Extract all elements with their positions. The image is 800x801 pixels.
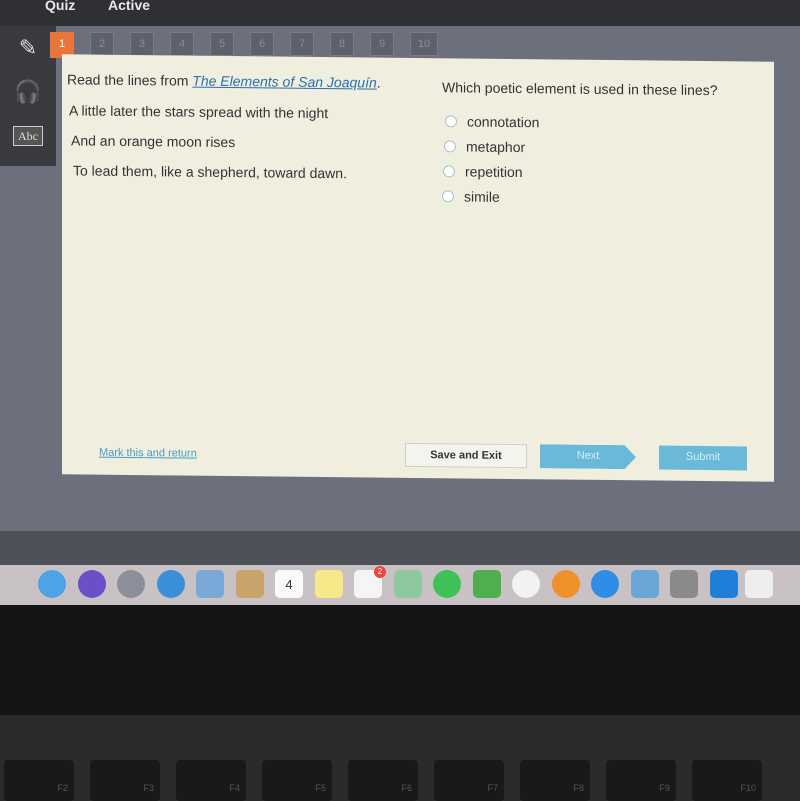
safari-dock-icon[interactable] — [156, 570, 185, 598]
radio-button[interactable] — [443, 165, 455, 178]
key-label: F4 — [229, 783, 240, 793]
maps-dock-icon[interactable] — [393, 570, 422, 598]
key-f6[interactable]: F6 — [348, 760, 418, 801]
numbers-dock-icon[interactable] — [472, 570, 501, 598]
siri-dock-icon[interactable] — [77, 570, 106, 598]
question-tab-3[interactable]: 3 — [130, 32, 154, 56]
question-tab-5[interactable]: 5 — [210, 32, 234, 56]
screen-bezel — [0, 605, 800, 720]
radio-button[interactable] — [442, 190, 454, 203]
key-f9[interactable]: F9 — [606, 760, 676, 801]
app-store-dock-icon[interactable] — [591, 570, 619, 598]
dock: 42 — [0, 565, 800, 605]
key-label: F9 — [659, 783, 670, 793]
calendar-dock-icon[interactable]: 4 — [275, 570, 303, 598]
option-metaphor[interactable]: metaphor — [444, 138, 525, 155]
ibooks-dock-icon[interactable] — [551, 570, 580, 598]
keyboard: F2 F3 F4 F5 F6 F7 F8 F9 F10 — [0, 715, 800, 801]
itunes-dock-icon[interactable] — [512, 570, 540, 598]
question-tab-4[interactable]: 4 — [170, 32, 194, 56]
key-label: F3 — [143, 783, 154, 793]
submit-button[interactable]: Submit — [659, 445, 747, 471]
key-f7[interactable]: F7 — [434, 760, 504, 801]
key-f3[interactable]: F3 — [90, 760, 160, 801]
radio-button[interactable] — [444, 140, 456, 153]
key-label: F10 — [740, 783, 756, 793]
next-button[interactable]: Next — [540, 444, 636, 469]
screen: Quiz Active ✎ 🎧 Abc 1 2 3 4 5 6 7 8 9 10… — [0, 0, 800, 610]
facetime-dock-icon[interactable] — [433, 570, 461, 598]
contacts-dock-icon[interactable] — [235, 570, 264, 598]
reminders-dock-icon[interactable]: 2 — [354, 566, 386, 598]
question-tab-7[interactable]: 7 — [290, 32, 314, 56]
keynote-dock-icon[interactable] — [630, 570, 659, 598]
question-tab-10[interactable]: 10 — [410, 32, 438, 56]
mark-and-return-link[interactable]: Mark this and return — [99, 447, 197, 460]
top-bar: Quiz Active — [0, 0, 800, 26]
question-card: Read the lines from The Elements of San … — [62, 54, 774, 482]
key-label: F5 — [315, 783, 326, 793]
finder-dock-icon[interactable] — [38, 570, 66, 598]
key-f8[interactable]: F8 — [520, 760, 590, 801]
preview-dock-icon[interactable] — [196, 570, 224, 598]
passage-line: And an orange moon rises — [71, 132, 236, 151]
option-connotation[interactable]: connotation — [445, 113, 539, 130]
teamviewer-dock-icon[interactable] — [709, 570, 738, 598]
notes-dock-icon[interactable] — [314, 570, 343, 598]
save-and-exit-button[interactable]: Save and Exit — [405, 442, 527, 469]
launchpad-dock-icon[interactable] — [117, 570, 145, 598]
passage-line: A little later the stars spread with the… — [69, 102, 329, 122]
radio-button[interactable] — [445, 115, 457, 128]
question-tab-9[interactable]: 9 — [370, 32, 394, 56]
question-tab-6[interactable]: 6 — [250, 32, 274, 56]
key-f2[interactable]: F2 — [4, 760, 74, 801]
key-label: F8 — [573, 783, 584, 793]
question-prompt: Which poetic element is used in these li… — [442, 79, 718, 99]
desktop-band — [0, 531, 800, 567]
question-tab-8[interactable]: 8 — [330, 32, 354, 56]
tool-sidebar: ✎ 🎧 Abc — [0, 26, 56, 166]
system-preferences-dock-icon[interactable] — [670, 570, 698, 598]
passage-intro: Read the lines from The Elements of San … — [67, 71, 381, 91]
question-tab-2[interactable]: 2 — [90, 32, 114, 56]
key-label: F2 — [57, 783, 68, 793]
key-f5[interactable]: F5 — [262, 760, 332, 801]
app-title: Quiz — [45, 0, 76, 13]
notification-badge: 2 — [374, 566, 386, 578]
dictionary-icon[interactable]: Abc — [4, 116, 52, 156]
key-f4[interactable]: F4 — [176, 760, 246, 801]
key-f10[interactable]: F10 — [692, 760, 762, 801]
option-simile[interactable]: simile — [442, 188, 500, 205]
passage-line: To lead them, like a shepherd, toward da… — [73, 162, 347, 182]
headphones-icon[interactable]: 🎧 — [4, 72, 52, 112]
pencil-icon[interactable]: ✎ — [4, 28, 52, 68]
option-repetition[interactable]: repetition — [443, 163, 523, 180]
key-label: F7 — [487, 783, 498, 793]
quiz-status: Active — [108, 0, 151, 13]
key-label: F6 — [401, 783, 412, 793]
passage-title-link[interactable]: The Elements of San Joaquín — [192, 73, 376, 91]
trash-dock-icon[interactable] — [745, 570, 773, 598]
